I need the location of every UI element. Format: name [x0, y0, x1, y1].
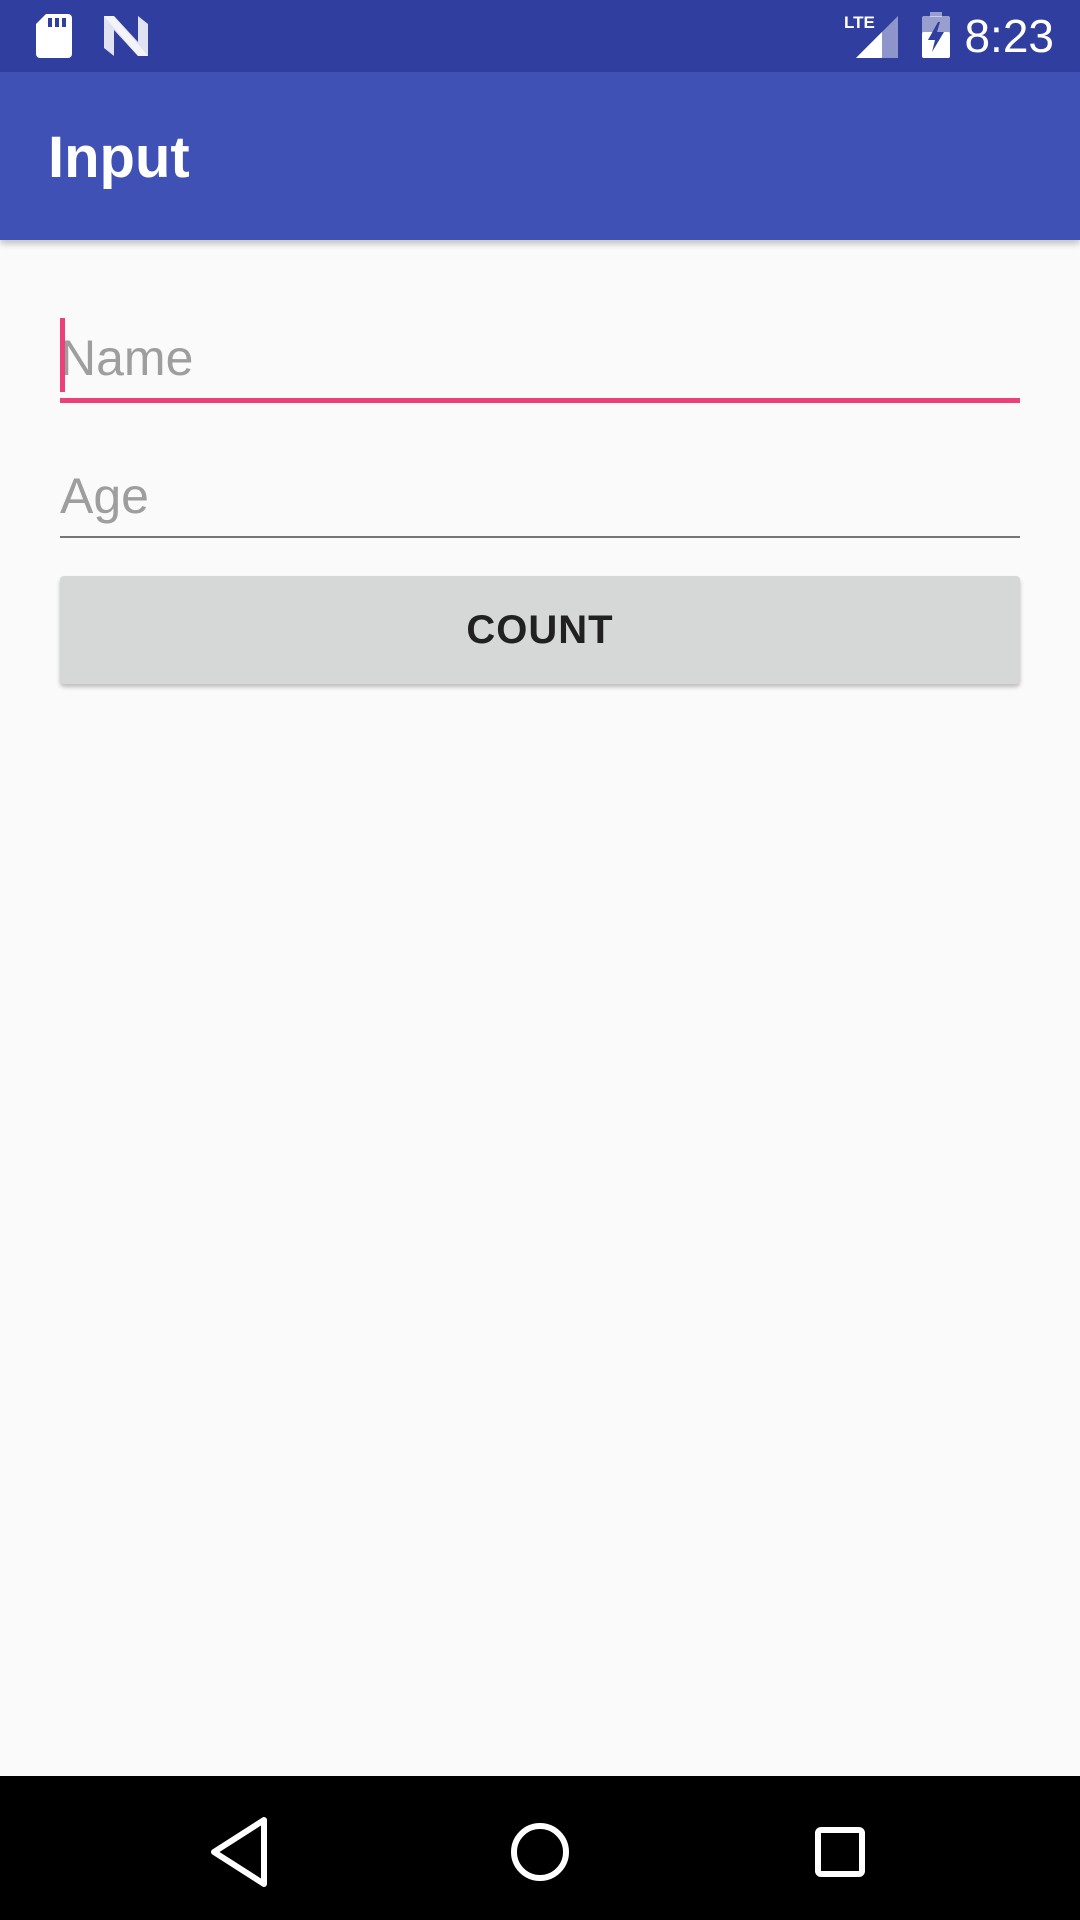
age-field[interactable] — [60, 456, 1020, 538]
lte-signal-icon: LTE — [844, 13, 898, 58]
lte-label: LTE — [844, 13, 875, 32]
name-field[interactable] — [60, 318, 1020, 403]
name-input[interactable] — [60, 318, 1020, 398]
n-notification-icon — [104, 16, 148, 56]
name-underline — [60, 398, 1020, 403]
status-clock: 8:23 — [964, 10, 1054, 62]
app-bar: Input — [0, 72, 1080, 240]
main-content: COUNT — [0, 240, 1080, 1776]
count-button[interactable]: COUNT — [60, 576, 1020, 684]
text-cursor — [60, 318, 65, 392]
battery-charging-icon — [922, 12, 950, 58]
recents-icon[interactable] — [800, 1812, 880, 1892]
sd-card-icon — [36, 14, 72, 58]
age-underline — [60, 536, 1020, 538]
age-input[interactable] — [60, 456, 1020, 536]
page-title: Input — [48, 125, 190, 190]
status-bar: LTE 8:23 — [0, 0, 1080, 72]
back-icon[interactable] — [200, 1812, 280, 1892]
home-icon[interactable] — [500, 1812, 580, 1892]
navigation-bar — [0, 1776, 1080, 1920]
